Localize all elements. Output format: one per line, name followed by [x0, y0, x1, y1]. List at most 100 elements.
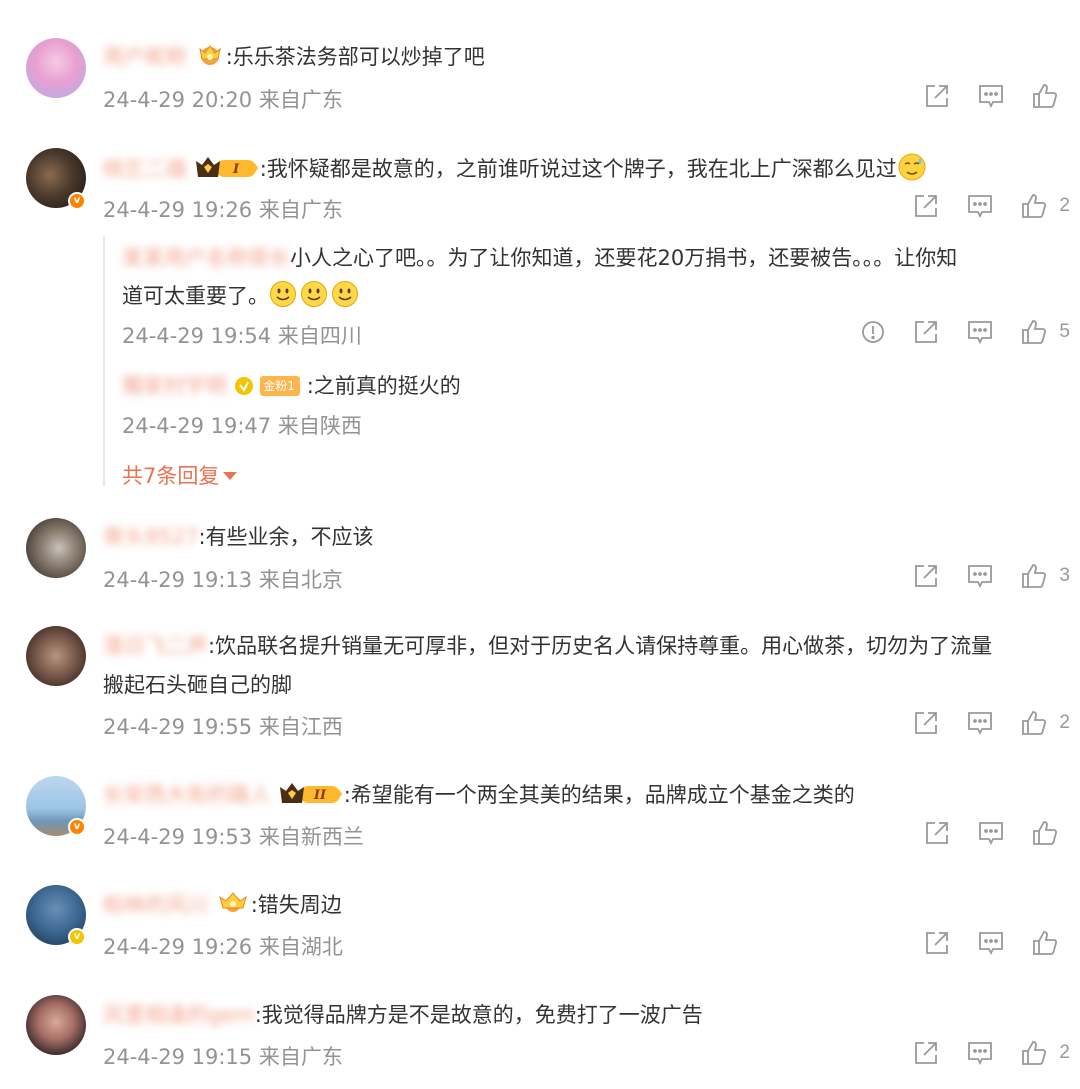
timestamp: 24-4-29 19:47 — [122, 414, 272, 438]
report-button[interactable] — [861, 320, 885, 344]
avatar[interactable] — [26, 995, 86, 1055]
share-icon — [915, 712, 938, 734]
like-button[interactable]: 2 — [1021, 1040, 1070, 1066]
username[interactable]: 桃乞二雄 — [103, 154, 187, 184]
location: 来自新西兰 — [258, 825, 364, 849]
username[interactable]: 风里相逢的gem — [103, 1000, 255, 1030]
timestamp: 24-4-29 19:15 — [103, 1045, 253, 1069]
caret-down-icon — [223, 462, 238, 486]
reply-thread: 某某用户名称很长小人之心了吧。。为了让你知道，还要花20万捐书，还要被告。。。让… — [103, 236, 1080, 488]
like-button[interactable]: 2 — [1021, 710, 1070, 736]
thumbs-up-icon — [1033, 931, 1058, 955]
like-button[interactable] — [1032, 83, 1070, 109]
vip-badge-icon: I — [194, 155, 260, 189]
thumbs-up-icon — [1022, 1041, 1047, 1065]
timestamp: 24-4-29 20:20 — [103, 88, 253, 112]
share-button[interactable] — [924, 930, 950, 956]
reply-text: 道可太重要了。 — [122, 284, 269, 308]
timestamp: 24-4-29 19:54 — [122, 324, 272, 348]
username[interactable]: 柏林的风川 — [103, 890, 208, 920]
avatar[interactable] — [26, 626, 86, 686]
location: 来自江西 — [258, 715, 343, 739]
location: 来自湖北 — [258, 935, 343, 959]
comment-text: :错失周边 — [250, 893, 342, 917]
timestamp: 24-4-29 19:26 — [103, 198, 253, 222]
username[interactable]: 獨家村宇明 — [122, 366, 227, 406]
comment-icon — [979, 85, 1003, 109]
comment-text: :我怀疑都是故意的，之前谁听说过这个牌子，我在北上广深都么见过 — [259, 157, 897, 181]
location: 来自陕西 — [277, 414, 362, 438]
thumbs-up-icon — [1022, 320, 1047, 344]
comment-icon — [979, 822, 1003, 846]
share-icon — [926, 932, 948, 954]
share-icon — [915, 1042, 938, 1064]
smile-emoji-icon — [270, 281, 296, 307]
comment-icon — [968, 712, 993, 736]
share-button[interactable] — [924, 820, 950, 846]
username[interactable]: 某某用户名称很长 — [122, 238, 290, 278]
comment-icon — [968, 195, 993, 219]
share-button[interactable] — [913, 193, 939, 219]
comment-button[interactable] — [978, 930, 1004, 956]
like-button[interactable] — [1032, 930, 1070, 956]
thumbs-up-icon — [1033, 84, 1058, 108]
sweat-smile-emoji-icon — [897, 152, 927, 190]
avatar[interactable] — [26, 518, 86, 578]
comment-button[interactable] — [978, 820, 1004, 846]
vip-badge-icon: II — [278, 781, 344, 815]
share-button[interactable] — [913, 563, 939, 589]
timestamp: 24-4-29 19:55 — [103, 715, 253, 739]
comment-icon — [968, 321, 993, 345]
comment-button[interactable] — [967, 319, 993, 345]
comment-button[interactable] — [978, 83, 1004, 109]
like-button[interactable]: 2 — [1021, 193, 1070, 219]
comment-button[interactable] — [967, 1040, 993, 1066]
username[interactable]: 落日飞二声 — [103, 631, 208, 661]
location: 来自广东 — [258, 88, 343, 112]
comment-text: :有些业余，不应该 — [198, 525, 374, 549]
avatar[interactable] — [26, 38, 86, 98]
share-icon — [926, 822, 948, 844]
username[interactable]: 长安西大街的路人 — [103, 780, 271, 810]
comment-text: :我觉得品牌方是不是故意的，免费打了一波广告 — [254, 1003, 703, 1027]
thumbs-up-icon — [1022, 194, 1047, 218]
timestamp: 24-4-29 19:26 — [103, 935, 253, 959]
comment-text: :乐乐茶法务部可以炒掉了吧 — [225, 45, 485, 69]
comment-text: :饮品联名提升销量无可厚非，但对于历史名人请保持尊重。用心做茶，切勿为了流量 — [208, 634, 993, 658]
svg-text:I: I — [232, 162, 240, 177]
comment-button[interactable] — [967, 710, 993, 736]
location: 来自四川 — [277, 324, 362, 348]
verified-badge-icon: v — [68, 818, 86, 836]
comment-icon — [979, 932, 1003, 956]
username[interactable]: 骨头9527 — [103, 522, 198, 552]
timestamp: 24-4-29 19:13 — [103, 568, 253, 592]
location: 来自北京 — [258, 568, 343, 592]
verified-badge-icon: v — [68, 928, 86, 946]
comment-icon — [968, 565, 993, 589]
thumbs-up-icon — [1022, 564, 1047, 588]
location: 来自广东 — [258, 198, 343, 222]
verified-badge-icon: v — [68, 192, 86, 210]
like-button[interactable]: 3 — [1021, 563, 1070, 589]
share-icon — [926, 85, 948, 107]
more-replies-link[interactable]: 共7条回复 — [122, 460, 238, 490]
username[interactable]: 用户昵称 — [103, 42, 187, 72]
share-button[interactable] — [913, 319, 939, 345]
share-button[interactable] — [913, 710, 939, 736]
thumbs-up-icon — [1033, 821, 1058, 845]
share-button[interactable] — [924, 83, 950, 109]
crown-icon — [218, 890, 248, 922]
share-icon — [915, 565, 938, 587]
like-button[interactable] — [1032, 820, 1070, 846]
reply-text: 小人之心了吧。。为了让你知道，还要花20万捐书，还要被告。。。让你知 — [290, 246, 958, 270]
like-button[interactable]: 5 — [1021, 319, 1070, 345]
alert-icon — [862, 321, 885, 343]
comment-button[interactable] — [967, 193, 993, 219]
comment-icon — [968, 1042, 993, 1066]
thumbs-up-icon — [1022, 711, 1047, 735]
comment-button[interactable] — [967, 563, 993, 589]
location: 来自广东 — [258, 1045, 343, 1069]
reply-text: :之前真的挺火的 — [306, 374, 461, 398]
verified-badge-icon — [234, 369, 254, 409]
share-button[interactable] — [913, 1040, 939, 1066]
